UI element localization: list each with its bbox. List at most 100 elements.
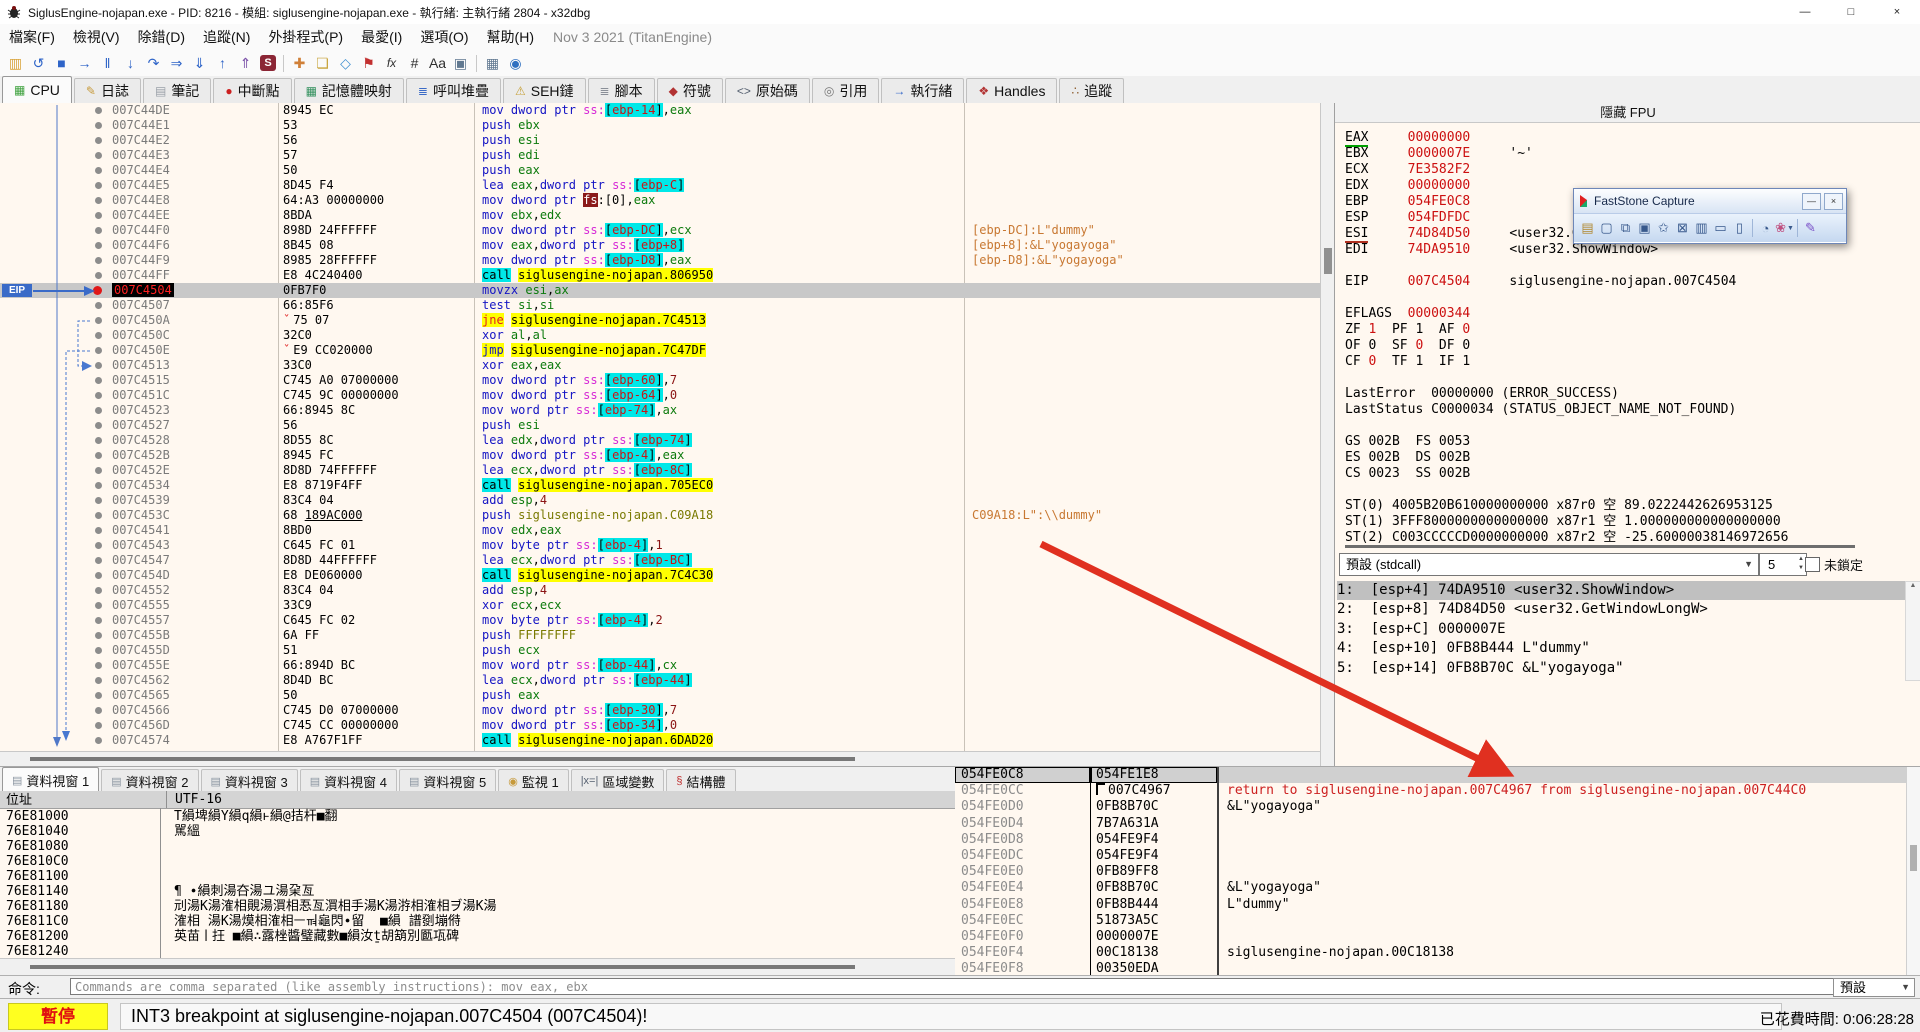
disasm-row[interactable]: 007C4574E8 A767F1FFcall siglusengine-noj… xyxy=(0,733,1334,748)
stack-row[interactable]: 054FE0F800350EDA xyxy=(955,961,1920,976)
argument-count-stepper[interactable]: 5 ▲▼ xyxy=(1759,553,1807,576)
dump-horizontal-scrollbar[interactable] xyxy=(0,958,955,975)
tab-call-stack[interactable]: ≣呼叫堆疊 xyxy=(406,78,501,103)
capture-scrolling-icon[interactable]: ▥ xyxy=(1692,217,1711,239)
disasm-row[interactable]: 007C452E8D8D 74FFFFFFlea ecx,dword ptr s… xyxy=(0,463,1334,478)
register-line[interactable]: ECX 7E3582F2 xyxy=(1345,162,1907,178)
patch-icon[interactable]: ✚ xyxy=(289,53,310,73)
instruction-dot-icon[interactable] xyxy=(95,557,102,564)
breakpoint-icon[interactable] xyxy=(93,286,102,295)
tab-threads[interactable]: →執行緒 xyxy=(881,78,964,103)
dump-panel[interactable]: 位址 UTF-16 76E81000T縜埤縜Y縜q縜ͱ縜@拮杆■翻76E8104… xyxy=(0,791,957,975)
disasm-row[interactable]: 007C44E864:A3 00000000mov dword ptr fs:[… xyxy=(0,193,1334,208)
instruction-dot-icon[interactable] xyxy=(95,362,102,369)
disasm-row[interactable]: 007C45418BD0mov edx,eax xyxy=(0,523,1334,538)
instruction-dot-icon[interactable] xyxy=(95,737,102,744)
stack-row[interactable]: 054FE0D8054FE9F4 xyxy=(955,832,1920,848)
menu-item[interactable]: 檢視(V) xyxy=(64,29,129,45)
instruction-dot-icon[interactable] xyxy=(95,317,102,324)
dump-row[interactable]: 76E811C0㴶相 湯K湯㷬相㴶相ㅡㆊ⻱閃∙留 ■縜 譜㔇塴偫 xyxy=(0,914,955,929)
disasm-row[interactable]: 007C452366:8945 8Cmov word ptr ss:[ebp-7… xyxy=(0,403,1334,418)
command-profile-select[interactable]: 預設 ▼ xyxy=(1833,978,1915,997)
disasm-row[interactable]: 007C450EˇE9 CC020000jmp siglusengine-noj… xyxy=(0,343,1334,358)
disasm-row[interactable]: 007C456550push eax xyxy=(0,688,1334,703)
register-line[interactable] xyxy=(1345,418,1907,434)
argument-row[interactable]: 1: [esp+4] 74DA9510 <user32.ShowWindow> xyxy=(1337,581,1906,600)
tab-watch-1[interactable]: ◉監視 1 xyxy=(498,769,568,792)
instruction-dot-icon[interactable] xyxy=(95,437,102,444)
instruction-dot-icon[interactable] xyxy=(95,617,102,624)
tab-symbols[interactable]: ◆符號 xyxy=(657,78,723,103)
tab-references[interactable]: ◎引用 xyxy=(812,78,879,103)
stack-row[interactable]: 054FE0D00FB8B70C&L"yogayoga" xyxy=(955,799,1920,815)
screen-recorder-icon[interactable]: ▯ xyxy=(1730,217,1749,239)
tab-dump-5[interactable]: ▤資料視窗 5 xyxy=(399,769,496,792)
disasm-row[interactable]: 007C44E357push edi xyxy=(0,148,1334,163)
disasm-row[interactable]: 007C451333C0xor eax,eax xyxy=(0,358,1334,373)
calling-convention-select[interactable]: 預設 (stdcall) ▼ xyxy=(1339,553,1759,576)
tab-script[interactable]: ≣腳本 xyxy=(588,78,655,103)
disassembly-panel[interactable]: 007C44DE8945 ECmov dword ptr ss:[ebp-14]… xyxy=(0,103,1335,766)
stack-row[interactable]: 054FE0E40FB8B70C&L"yogayoga" xyxy=(955,880,1920,896)
dump-row[interactable]: 76E81200英苗ㅣ抂 ■縜∴露㭫醬璧藏數■縜汝ṯ胡箶別㔲瓨碑 xyxy=(0,929,955,944)
instruction-dot-icon[interactable] xyxy=(95,602,102,609)
register-line[interactable]: ST(1) 3FFF8000000000000000 x87r1 空 1.000… xyxy=(1345,514,1907,530)
register-line[interactable]: EBX 0000007E '~' xyxy=(1345,146,1907,162)
disasm-row[interactable]: 007C455283C4 04add esp,4 xyxy=(0,583,1334,598)
step-into-icon[interactable]: ↓ xyxy=(120,53,141,73)
tab-dump-3[interactable]: ▤資料視窗 3 xyxy=(201,769,298,792)
instruction-dot-icon[interactable] xyxy=(95,197,102,204)
register-line[interactable]: CF 0 TF 1 IF 1 xyxy=(1345,354,1907,370)
disasm-row[interactable]: 007C44F0898D 24FFFFFFmov dword ptr ss:[e… xyxy=(0,223,1334,238)
dump-row[interactable]: 76E81100 xyxy=(0,869,955,884)
instruction-dot-icon[interactable] xyxy=(95,272,102,279)
disasm-row[interactable]: 007C44EE8BDAmov ebx,edx xyxy=(0,208,1334,223)
dump-row[interactable]: 76E810C0 xyxy=(0,854,955,869)
menu-item[interactable]: 除錯(D) xyxy=(129,29,194,45)
dump-row[interactable]: 76E81240 xyxy=(0,944,955,959)
instruction-dot-icon[interactable] xyxy=(95,167,102,174)
stack-panel[interactable]: 054FE0C8054FE1E8054FE0CC007C4967return t… xyxy=(955,766,1920,976)
register-line[interactable]: LastStatus C0000034 (STATUS_OBJECT_NAME_… xyxy=(1345,402,1907,418)
tab-handles[interactable]: ❖Handles xyxy=(966,78,1057,103)
menu-item[interactable]: 選項(O) xyxy=(411,29,477,45)
instruction-dot-icon[interactable] xyxy=(95,647,102,654)
disasm-row[interactable]: 007C455B6A FFpush FFFFFFFF xyxy=(0,628,1334,643)
disasm-row[interactable]: 007C450C32C0xor al,al xyxy=(0,328,1334,343)
step-over-icon[interactable]: ↷ xyxy=(143,53,164,73)
stack-row[interactable]: 054FE0F00000007E xyxy=(955,929,1920,945)
stack-row[interactable]: 054FE0EC51873A5C xyxy=(955,913,1920,929)
tab-locals[interactable]: |x=|區域變數 xyxy=(571,769,665,792)
disasm-row[interactable]: 007C45040FB7F0movzx esi,ax xyxy=(0,283,1334,298)
instruction-dot-icon[interactable] xyxy=(95,512,102,519)
registers-splitter[interactable] xyxy=(1345,545,1855,548)
dump-row[interactable]: 76E81180刓湯K湯㴶相䚋湯㵋相忢亙㵋相⼿湯K湯㳺相㴶相ヺ湯K湯 xyxy=(0,899,955,914)
instruction-dot-icon[interactable] xyxy=(95,572,102,579)
settings-pen-icon[interactable]: ✎ xyxy=(1801,217,1820,239)
pause-icon[interactable]: ‖ xyxy=(97,53,118,73)
instruction-dot-icon[interactable] xyxy=(95,242,102,249)
register-line[interactable]: OF 0 SF 0 DF 0 xyxy=(1345,338,1907,354)
instruction-dot-icon[interactable] xyxy=(95,302,102,309)
scylla-icon[interactable]: S xyxy=(260,55,276,71)
instruction-dot-icon[interactable] xyxy=(95,392,102,399)
close-button[interactable]: × xyxy=(1874,0,1920,24)
dump-row[interactable]: 76E81080 xyxy=(0,839,955,854)
register-line[interactable] xyxy=(1345,258,1907,274)
capture-freehand-icon[interactable]: ✩ xyxy=(1654,217,1673,239)
step-out-icon[interactable]: ↑ xyxy=(212,53,233,73)
disasm-row[interactable]: 007C44FFE8 4C240400call siglusengine-noj… xyxy=(0,268,1334,283)
function-icon[interactable]: fx xyxy=(381,53,402,73)
color-picker-icon[interactable]: ❀▼ xyxy=(1775,217,1794,239)
command-input[interactable] xyxy=(70,978,1842,995)
tab-cpu[interactable]: ▦CPU xyxy=(2,76,72,103)
argument-row[interactable]: 5: [esp+14] 0FB8B70C &L"yogayoga" xyxy=(1337,659,1906,678)
instruction-dot-icon[interactable] xyxy=(95,347,102,354)
instruction-dot-icon[interactable] xyxy=(95,137,102,144)
tab-struct[interactable]: §結構體 xyxy=(666,769,735,792)
dump-encoding-column-header[interactable]: UTF-16 xyxy=(167,791,222,808)
disasm-row[interactable]: 007C44DE8945 ECmov dword ptr ss:[ebp-14]… xyxy=(0,103,1334,118)
disasm-row[interactable]: 007C455E66:894D BCmov word ptr ss:[ebp-4… xyxy=(0,658,1334,673)
argument-row[interactable]: 2: [esp+8] 74D84D50 <user32.GetWindowLon… xyxy=(1337,600,1906,619)
run-to-user-code-icon[interactable]: ⇑ xyxy=(235,53,256,73)
